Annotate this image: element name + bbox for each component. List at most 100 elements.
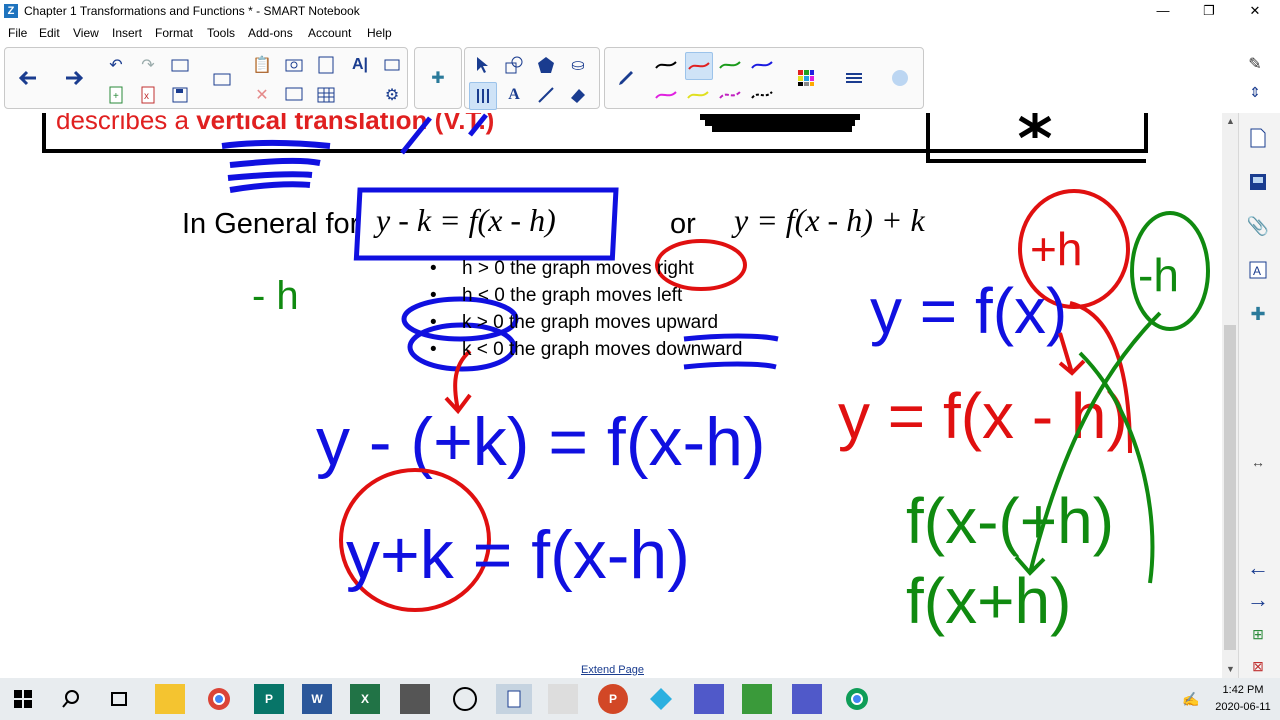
bullet-k-positive: k > 0 the graph moves upward bbox=[430, 312, 718, 334]
screen-capture-icon[interactable] bbox=[209, 68, 235, 94]
app-icon-taskbar[interactable] bbox=[400, 684, 430, 714]
scrollbar-thumb[interactable] bbox=[1224, 325, 1236, 650]
pen-workspace-icon[interactable]: ✍ bbox=[1176, 684, 1206, 714]
close-button[interactable]: ✕ bbox=[1232, 0, 1278, 23]
back-icon[interactable] bbox=[15, 65, 41, 91]
teams-icon[interactable] bbox=[694, 684, 724, 714]
properties-tab-icon[interactable]: A bbox=[1243, 255, 1273, 285]
slide-drawing: describes a vertical translation (V.T.) … bbox=[42, 113, 1210, 637]
pen-tool-icon[interactable] bbox=[469, 82, 497, 110]
pen-color-blue[interactable] bbox=[749, 52, 775, 78]
paste-icon[interactable]: 📋 bbox=[249, 52, 275, 78]
pen-color-green[interactable] bbox=[717, 52, 743, 78]
add-page-side-icon[interactable]: ⊞ bbox=[1243, 619, 1273, 649]
pen-color-purple-dashed[interactable] bbox=[717, 82, 743, 108]
powerpoint-icon[interactable]: P bbox=[598, 684, 628, 714]
general-label: In General for bbox=[182, 208, 360, 240]
pen-color-black[interactable] bbox=[653, 52, 679, 78]
menu-file[interactable]: File bbox=[8, 26, 27, 40]
vpn-icon[interactable] bbox=[646, 684, 676, 714]
chrome-icon[interactable] bbox=[204, 684, 234, 714]
pen-color-black-dashed[interactable] bbox=[749, 82, 775, 108]
add-page-icon[interactable]: + bbox=[103, 82, 129, 108]
undo-icon[interactable]: ↶ bbox=[103, 52, 129, 78]
clock-date[interactable]: 2020-06-11 bbox=[1210, 701, 1276, 713]
eraser-icon[interactable] bbox=[565, 82, 591, 108]
notebook-canvas[interactable]: describes a vertical translation (V.T.) … bbox=[0, 113, 1222, 678]
properties-icon[interactable] bbox=[841, 65, 867, 91]
calculator-icon[interactable] bbox=[548, 684, 578, 714]
pen-color-yellow[interactable] bbox=[685, 82, 711, 108]
task-view-icon[interactable] bbox=[104, 684, 134, 714]
previous-page-icon[interactable]: ← bbox=[1243, 553, 1273, 583]
clock-time[interactable]: 1:42 PM bbox=[1210, 684, 1276, 696]
extend-page-link[interactable]: Extend Page bbox=[581, 664, 644, 676]
notebook-icon[interactable] bbox=[496, 684, 532, 714]
gallery-icon[interactable] bbox=[1243, 167, 1273, 197]
menu-help[interactable]: Help bbox=[367, 26, 392, 40]
svg-text:A: A bbox=[1253, 264, 1261, 278]
pen-icon[interactable] bbox=[613, 65, 639, 91]
toolbar-scroll-icon[interactable]: ✎ bbox=[1242, 51, 1268, 77]
delete-page-side-icon[interactable]: ⊠ bbox=[1243, 651, 1273, 681]
menu-bar: File Edit View Insert Format Tools Add-o… bbox=[0, 23, 1280, 43]
bullet-h-positive: h > 0 the graph moves right bbox=[430, 258, 694, 280]
fill-icon[interactable]: ⛀ bbox=[565, 52, 591, 78]
excel-icon[interactable]: X bbox=[350, 684, 380, 714]
browser-icon[interactable] bbox=[450, 684, 480, 714]
menu-account[interactable]: Account bbox=[308, 26, 351, 40]
delete-page-icon[interactable]: x bbox=[135, 82, 161, 108]
lesson-activity-icon[interactable] bbox=[887, 65, 913, 91]
word-icon[interactable]: W bbox=[302, 684, 332, 714]
file-explorer-icon[interactable] bbox=[155, 684, 185, 714]
resize-icon[interactable]: ↔ bbox=[1243, 447, 1273, 477]
search-icon[interactable] bbox=[56, 684, 86, 714]
blue-line2: y+k = f(x-h) bbox=[346, 517, 690, 593]
next-page-icon[interactable]: → bbox=[1243, 585, 1273, 615]
document-camera-icon[interactable] bbox=[281, 52, 307, 78]
select-icon[interactable] bbox=[469, 52, 495, 78]
menu-add-ons[interactable]: Add-ons bbox=[248, 26, 293, 40]
add-ons-tab-icon[interactable]: ✚ bbox=[1243, 299, 1273, 329]
scroll-down-icon[interactable]: ▼ bbox=[1226, 664, 1235, 674]
fill-shape-icon[interactable] bbox=[533, 52, 559, 78]
chrome-icon-2[interactable] bbox=[842, 684, 872, 714]
table-icon[interactable] bbox=[313, 82, 339, 108]
forward-icon[interactable] bbox=[61, 65, 87, 91]
page-sorter-icon[interactable] bbox=[1243, 123, 1273, 153]
text-recognition-icon[interactable]: A| bbox=[347, 52, 373, 78]
restore-button[interactable]: ❐ bbox=[1186, 0, 1232, 23]
toolbar-collapse-icon[interactable]: ⇕ bbox=[1242, 79, 1268, 105]
publisher-icon[interactable]: P bbox=[254, 684, 284, 714]
app-icon-2[interactable] bbox=[742, 684, 772, 714]
toolbar-group-main: ↶ ↷ + x 📋 ✕ A| ⚙ bbox=[4, 47, 408, 109]
menu-tools[interactable]: Tools bbox=[207, 26, 235, 40]
pen-stroke-purple bbox=[719, 91, 741, 99]
menu-format[interactable]: Format bbox=[155, 26, 193, 40]
add-on-icon[interactable]: ✚ bbox=[425, 65, 451, 91]
pen-color-red[interactable] bbox=[685, 52, 713, 80]
menu-insert[interactable]: Insert bbox=[112, 26, 142, 40]
full-screen-icon[interactable] bbox=[281, 82, 307, 108]
minimize-button[interactable]: — bbox=[1140, 0, 1186, 23]
save-icon[interactable] bbox=[167, 82, 193, 108]
magic-icon[interactable] bbox=[379, 52, 405, 78]
menu-view[interactable]: View bbox=[73, 26, 99, 40]
menu-edit[interactable]: Edit bbox=[39, 26, 60, 40]
heading-text: describes a vertical translation (V.T.) bbox=[56, 113, 494, 135]
scroll-up-icon[interactable]: ▲ bbox=[1226, 116, 1235, 126]
pen-color-magenta[interactable] bbox=[653, 82, 679, 108]
response-icon[interactable]: ⚙ bbox=[379, 82, 405, 108]
delete-icon[interactable]: ✕ bbox=[249, 82, 275, 108]
screen-share-icon[interactable] bbox=[167, 52, 193, 78]
start-icon[interactable] bbox=[8, 684, 38, 714]
attachments-icon[interactable]: 📎 bbox=[1243, 211, 1273, 241]
shapes-icon[interactable] bbox=[501, 52, 527, 78]
svg-text:x: x bbox=[144, 91, 149, 102]
teams-icon-2[interactable] bbox=[792, 684, 822, 714]
line-icon[interactable] bbox=[533, 82, 559, 108]
screen-shade-icon[interactable] bbox=[313, 52, 339, 78]
color-swatches-icon[interactable] bbox=[793, 65, 819, 91]
text-icon[interactable]: A bbox=[501, 82, 527, 108]
redo-icon[interactable]: ↷ bbox=[135, 52, 161, 78]
